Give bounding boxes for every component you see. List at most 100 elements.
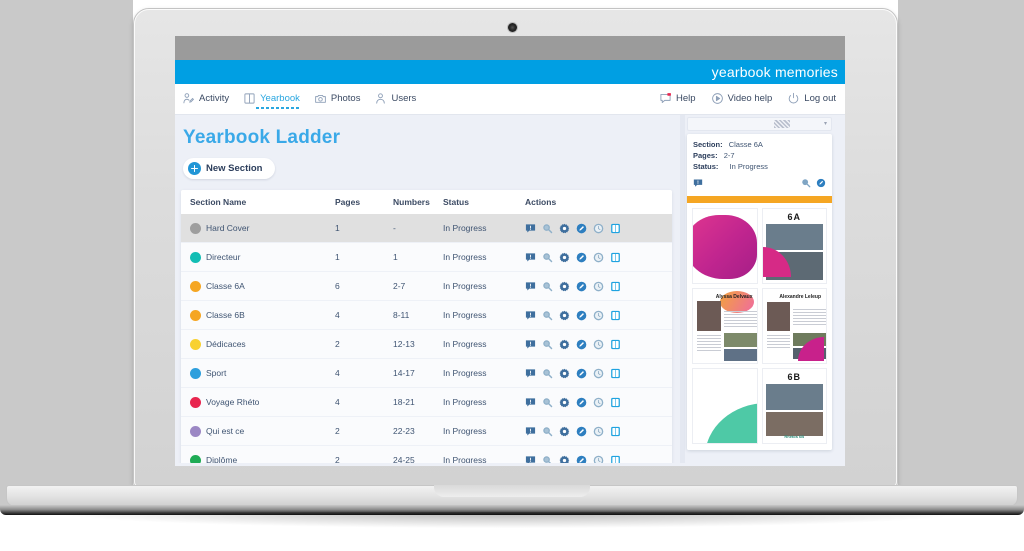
preview-search-icon[interactable] xyxy=(542,252,553,263)
book-open-icon[interactable] xyxy=(610,339,621,350)
table-row[interactable]: Sport 4 14-17 In Progress xyxy=(181,359,672,388)
edit-pencil-icon[interactable] xyxy=(576,397,587,408)
preview-search-icon[interactable] xyxy=(542,223,553,234)
nav-item-logout[interactable]: Log out xyxy=(786,90,837,108)
preview-search-icon[interactable] xyxy=(542,426,553,437)
nav-item-help[interactable]: Help xyxy=(658,90,697,108)
gear-icon[interactable] xyxy=(559,310,570,321)
row-numbers: 8-11 xyxy=(393,310,410,320)
table-row[interactable]: Classe 6B 4 8-11 In Progress xyxy=(181,301,672,330)
clock-icon[interactable] xyxy=(593,310,604,321)
row-status: In Progress xyxy=(443,281,487,291)
chevron-down-icon[interactable]: ▾ xyxy=(824,121,827,127)
table-row[interactable]: Hard Cover 1 - In Progress xyxy=(181,214,672,243)
comment-icon[interactable] xyxy=(525,426,536,437)
new-section-button[interactable]: New Section xyxy=(183,158,275,179)
table-row[interactable]: Qui est ce 2 22-23 In Progress xyxy=(181,417,672,446)
section-color-dot[interactable] xyxy=(190,425,201,437)
row-section-name: Sport xyxy=(190,367,335,379)
section-color-dot[interactable] xyxy=(190,222,201,234)
section-color-dot[interactable] xyxy=(190,251,201,263)
preview-status-row: Status: In Progress xyxy=(693,161,826,172)
edit-pencil-icon[interactable] xyxy=(576,339,587,350)
comment-icon[interactable] xyxy=(693,175,703,193)
edit-pencil-icon[interactable] xyxy=(816,175,826,193)
edit-pencil-icon[interactable] xyxy=(576,252,587,263)
comment-icon[interactable] xyxy=(525,223,536,234)
book-open-icon[interactable] xyxy=(610,397,621,408)
row-pages: 4 xyxy=(335,397,340,407)
nav-item-video-help[interactable]: Video help xyxy=(710,90,774,108)
section-color-dot[interactable] xyxy=(190,367,201,379)
row-actions xyxy=(525,281,664,292)
preview-search-icon[interactable] xyxy=(542,310,553,321)
nav-item-label: Log out xyxy=(804,93,836,104)
edit-pencil-icon[interactable] xyxy=(576,310,587,321)
comment-icon[interactable] xyxy=(525,339,536,350)
preview-toolbar-ghost: ▾ xyxy=(687,117,832,131)
preview-search-icon[interactable] xyxy=(801,175,811,193)
comment-icon[interactable] xyxy=(525,368,536,379)
preview-search-icon[interactable] xyxy=(542,368,553,379)
gear-icon[interactable] xyxy=(559,223,570,234)
row-section-label: Classe 6A xyxy=(206,281,245,291)
nav-item-yearbook[interactable]: Yearbook xyxy=(242,90,301,109)
clock-icon[interactable] xyxy=(593,397,604,408)
gear-icon[interactable] xyxy=(559,252,570,263)
comment-icon[interactable] xyxy=(525,252,536,263)
gear-icon[interactable] xyxy=(559,368,570,379)
preview-page-title: 6B xyxy=(787,372,801,382)
section-color-dot[interactable] xyxy=(190,309,201,321)
preview-page-2[interactable]: 6A xyxy=(761,208,827,284)
clock-icon[interactable] xyxy=(593,223,604,234)
section-color-dot[interactable] xyxy=(190,338,201,350)
clock-icon[interactable] xyxy=(593,426,604,437)
table-row[interactable]: Directeur 1 1 In Progress xyxy=(181,243,672,272)
comment-icon[interactable] xyxy=(525,397,536,408)
book-open-icon[interactable] xyxy=(610,223,621,234)
row-pages: 6 xyxy=(335,281,340,291)
preview-search-icon[interactable] xyxy=(542,397,553,408)
clock-icon[interactable] xyxy=(593,281,604,292)
gear-icon[interactable] xyxy=(559,339,570,350)
nav-item-photos[interactable]: Photos xyxy=(313,90,362,108)
preview-search-icon[interactable] xyxy=(542,281,553,292)
preview-page-6[interactable]: 6B Rhétos 6B xyxy=(761,368,827,444)
table-row[interactable]: Voyage Rhéto 4 18-21 In Progress xyxy=(181,388,672,417)
clock-icon[interactable] xyxy=(593,252,604,263)
book-open-icon[interactable] xyxy=(610,426,621,437)
preview-page-3[interactable]: Alyssa Delvaux xyxy=(692,288,758,364)
row-actions xyxy=(525,397,664,408)
edit-pencil-icon[interactable] xyxy=(576,368,587,379)
gear-icon[interactable] xyxy=(559,397,570,408)
gear-icon[interactable] xyxy=(559,426,570,437)
row-numbers: 1 xyxy=(393,252,398,262)
book-open-icon[interactable] xyxy=(610,368,621,379)
clock-icon[interactable] xyxy=(593,339,604,350)
row-status: In Progress xyxy=(443,310,487,320)
comment-icon[interactable] xyxy=(525,310,536,321)
table-row[interactable]: Dédicaces 2 12-13 In Progress xyxy=(181,330,672,359)
preview-page-5[interactable] xyxy=(692,368,758,444)
book-open-icon[interactable] xyxy=(610,252,621,263)
gear-icon[interactable] xyxy=(559,281,570,292)
body-text-lines xyxy=(697,335,721,353)
preview-search-icon[interactable] xyxy=(542,339,553,350)
book-open-icon[interactable] xyxy=(610,310,621,321)
clock-icon[interactable] xyxy=(593,368,604,379)
preview-page-4[interactable]: Alexandre Leleup xyxy=(761,288,827,364)
comment-icon[interactable] xyxy=(525,281,536,292)
edit-pencil-icon[interactable] xyxy=(576,426,587,437)
book-open-icon[interactable] xyxy=(610,281,621,292)
teal-blob-shape xyxy=(704,403,757,443)
edit-pencil-icon[interactable] xyxy=(576,223,587,234)
nav-item-activity[interactable]: Activity xyxy=(181,90,230,108)
table-row[interactable]: Classe 6A 6 2-7 In Progress xyxy=(181,272,672,301)
section-color-dot[interactable] xyxy=(190,280,201,292)
section-color-dot[interactable] xyxy=(190,396,201,408)
laptop-shadow xyxy=(60,512,964,528)
drag-handle-icon[interactable] xyxy=(773,120,790,128)
edit-pencil-icon[interactable] xyxy=(576,281,587,292)
nav-item-users[interactable]: Users xyxy=(373,90,417,108)
preview-page-1[interactable] xyxy=(692,208,758,284)
